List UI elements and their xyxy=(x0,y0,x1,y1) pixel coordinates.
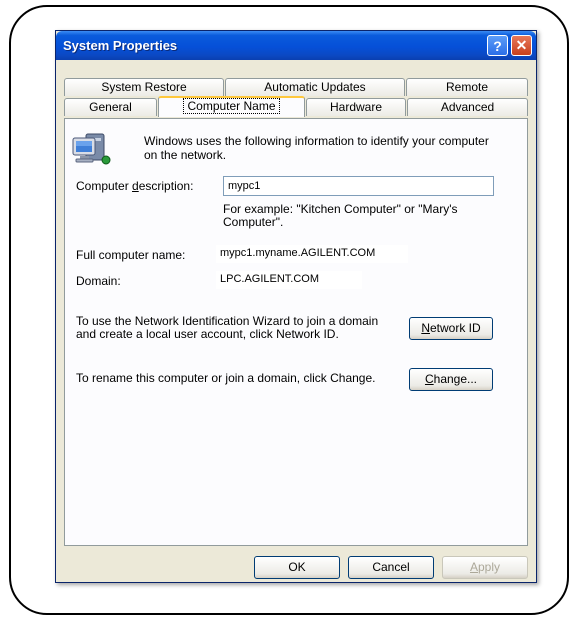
tab-general[interactable]: General xyxy=(64,98,157,116)
ok-button[interactable]: OK xyxy=(254,556,340,579)
system-properties-dialog: System Properties ? ✕ System Restore Aut… xyxy=(55,30,537,583)
help-icon: ? xyxy=(493,37,502,54)
full-computer-name-value: mypc1.myname.AGILENT.COM xyxy=(216,245,408,263)
window-title: System Properties xyxy=(63,38,178,53)
domain-value: LPC.AGILENT.COM xyxy=(216,271,362,289)
rename-text: To rename this computer or join a domain… xyxy=(76,371,376,385)
apply-button[interactable]: Apply xyxy=(442,556,528,579)
computer-name-panel: Windows uses the following information t… xyxy=(64,118,528,546)
tab-system-restore[interactable]: System Restore xyxy=(64,78,224,96)
network-id-text: To use the Network Identification Wizard… xyxy=(76,314,379,341)
network-id-button[interactable]: Network ID xyxy=(409,317,493,340)
help-button[interactable]: ? xyxy=(487,35,508,56)
computer-description-input[interactable]: mypc1 xyxy=(223,176,494,196)
computer-description-label: Computer description: xyxy=(76,179,194,193)
tab-computer-name-label: Computer Name xyxy=(183,98,280,114)
domain-label: Domain: xyxy=(76,274,121,288)
close-icon: ✕ xyxy=(515,37,528,53)
close-button[interactable]: ✕ xyxy=(511,35,532,56)
tab-automatic-updates[interactable]: Automatic Updates xyxy=(225,78,405,96)
example-text: For example: "Kitchen Computer" or "Mary… xyxy=(223,202,458,229)
tab-advanced[interactable]: Advanced xyxy=(407,98,528,116)
tab-remote[interactable]: Remote xyxy=(406,78,528,96)
intro-text: Windows uses the following information t… xyxy=(144,134,489,162)
tab-hardware[interactable]: Hardware xyxy=(306,98,406,116)
full-computer-name-label: Full computer name: xyxy=(76,248,186,262)
computer-network-icon xyxy=(72,133,111,165)
change-button[interactable]: Change... xyxy=(409,368,493,391)
title-bar[interactable]: System Properties ? ✕ xyxy=(56,31,536,60)
cancel-button[interactable]: Cancel xyxy=(348,556,434,579)
tab-computer-name[interactable]: Computer Name xyxy=(158,96,305,117)
